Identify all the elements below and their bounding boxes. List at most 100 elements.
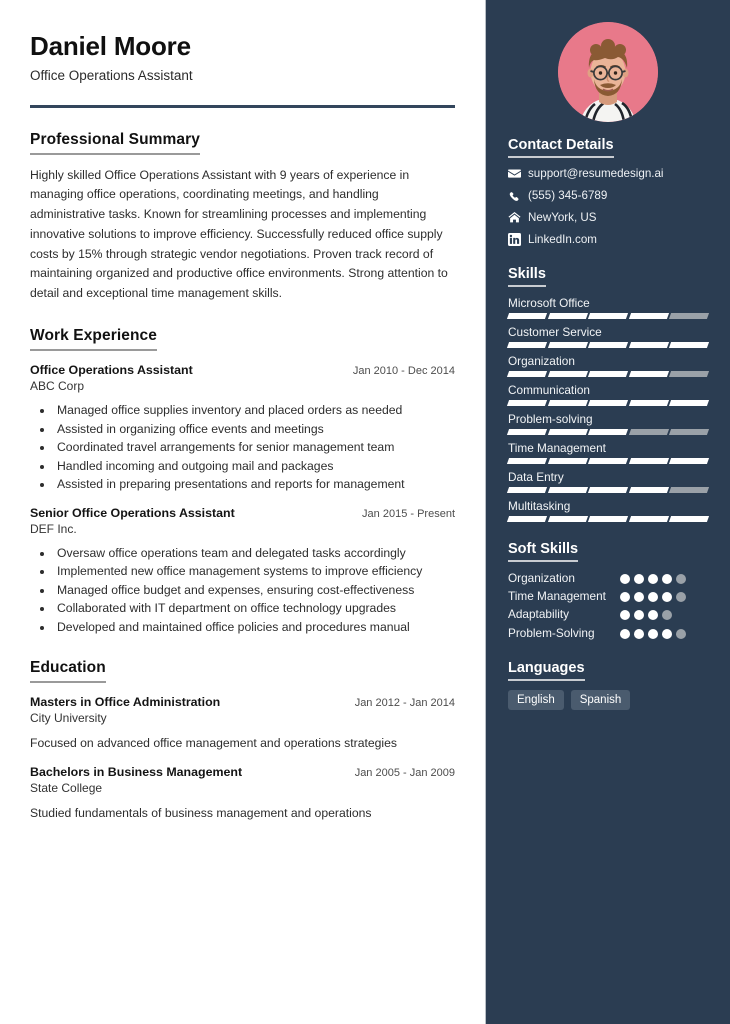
list-item: Implemented new office management system… — [54, 562, 455, 581]
list-item: Oversaw office operations team and deleg… — [54, 544, 455, 563]
avatar — [558, 22, 658, 122]
skill-segment — [669, 399, 710, 406]
linkedin-icon — [508, 233, 528, 247]
candidate-name: Daniel Moore — [30, 31, 191, 61]
skill-segment — [669, 370, 710, 377]
education-entry-head: Masters in Office Administration Jan 201… — [30, 695, 455, 709]
soft-skill-label: Time Management — [508, 588, 606, 603]
skill-segment — [506, 399, 547, 406]
soft-skill-label: Organization — [508, 570, 575, 585]
rating-dot — [648, 573, 658, 584]
soft-skill-label: Problem-Solving — [508, 625, 595, 640]
skill-segment — [628, 515, 669, 522]
skill-segment — [669, 515, 710, 522]
soft-skill-rating — [620, 607, 686, 621]
section-skills: Skills Microsoft Office Customer Service… — [506, 265, 710, 522]
skill-segment — [588, 428, 628, 435]
skill-item: Data Entry — [506, 469, 710, 493]
skill-segment — [547, 428, 588, 435]
skill-bar — [506, 486, 710, 493]
skill-segment — [506, 457, 547, 464]
skill-item: Organization — [506, 353, 710, 377]
language-chip[interactable]: English — [508, 689, 564, 710]
skill-segment — [506, 312, 547, 319]
skill-segment — [547, 486, 588, 493]
skill-segment — [547, 399, 588, 406]
work-entry-head: Senior Office Operations Assistant Jan 2… — [30, 506, 455, 520]
contact-item-email[interactable]: support@resumedesign.ai — [508, 167, 708, 181]
skill-segment — [588, 515, 628, 522]
contact-phone-value: (555) 345-6789 — [528, 188, 608, 202]
skill-segment — [628, 312, 669, 319]
skill-segment — [588, 457, 628, 464]
soft-skill-rating — [620, 589, 686, 602]
language-chip[interactable]: Spanish — [570, 689, 631, 710]
work-bullets: Managed office supplies inventory and pl… — [30, 401, 455, 494]
rating-dot — [634, 610, 644, 621]
skill-bar — [506, 312, 710, 319]
list-item: Assisted in preparing presentations and … — [54, 475, 455, 494]
contact-item-location[interactable]: NewYork, US — [508, 211, 708, 225]
contact-linkedin-value: LinkedIn.com — [528, 232, 597, 246]
resume-page: Daniel Moore Office Operations Assistant… — [0, 0, 730, 1024]
soft-skill-rating — [620, 571, 686, 584]
rating-dot — [620, 628, 630, 639]
section-soft-skills: Soft Skills Organization Time Management… — [508, 540, 708, 641]
work-entry-head: Office Operations Assistant Jan 2010 - D… — [30, 363, 455, 377]
section-professional-summary: Professional Summary Highly skilled Offi… — [30, 131, 455, 304]
list-item: Managed office budget and expenses, ensu… — [54, 581, 455, 600]
rating-dot — [662, 610, 672, 621]
skill-segment — [628, 457, 669, 464]
skill-bar — [506, 370, 710, 377]
education-entry: Bachelors in Business Management Jan 200… — [30, 765, 455, 822]
skill-segment — [547, 341, 588, 348]
section-title-work: Work Experience — [30, 327, 157, 351]
section-work-experience: Work Experience Office Operations Assist… — [30, 327, 455, 636]
rating-dot — [648, 591, 658, 602]
list-item: Assisted in organizing office events and… — [54, 420, 455, 439]
work-date: Jan 2010 - Dec 2014 — [352, 364, 455, 377]
skill-segment — [669, 428, 710, 435]
rating-dot — [662, 591, 672, 602]
contact-email-value: support@resumedesign.ai — [528, 167, 664, 180]
list-item: Developed and maintained office policies… — [54, 618, 455, 637]
profile-photo-wrapper — [486, 0, 730, 122]
skill-bar — [506, 515, 710, 522]
skill-segment — [588, 341, 628, 348]
skill-segment — [506, 341, 547, 348]
skill-segment — [506, 370, 547, 377]
skill-label: Organization — [508, 353, 575, 368]
skill-label: Data Entry — [508, 469, 564, 484]
sidebar: Contact Details support@resumedesign.ai … — [485, 0, 730, 1024]
skill-segment — [588, 370, 628, 377]
section-title-contact: Contact Details — [508, 137, 614, 158]
education-degree: Bachelors in Business Management — [30, 764, 243, 779]
rating-dot — [676, 573, 686, 584]
contact-location-value: NewYork, US — [528, 210, 597, 224]
work-role: Office Operations Assistant — [30, 362, 193, 377]
education-date: Jan 2005 - Jan 2009 — [354, 766, 455, 779]
section-title-languages: Languages — [508, 660, 585, 681]
work-bullets: Oversaw office operations team and deleg… — [30, 544, 455, 637]
profile-photo-illustration — [558, 22, 658, 122]
list-item: Managed office supplies inventory and pl… — [54, 401, 455, 420]
work-org: ABC Corp — [30, 378, 85, 393]
language-chip-list: English Spanish — [508, 689, 708, 710]
contact-item-linkedin[interactable]: LinkedIn.com — [508, 233, 708, 247]
skill-segment — [628, 399, 669, 406]
education-description: Focused on advanced office management an… — [30, 736, 397, 751]
rating-dot — [648, 628, 658, 639]
skill-segment — [547, 457, 588, 464]
skill-label: Time Management — [508, 440, 606, 455]
skill-segment — [628, 428, 669, 435]
skill-segment — [506, 428, 547, 435]
education-school: City University — [30, 711, 107, 726]
skill-bar — [506, 428, 710, 435]
list-item: Collaborated with IT department on offic… — [54, 599, 455, 618]
contact-item-phone[interactable]: (555) 345-6789 — [508, 189, 708, 203]
rating-dot — [620, 573, 630, 584]
skill-segment — [669, 457, 710, 464]
rating-dot — [676, 628, 686, 639]
rating-dot — [648, 610, 658, 621]
rating-dot — [634, 628, 644, 639]
